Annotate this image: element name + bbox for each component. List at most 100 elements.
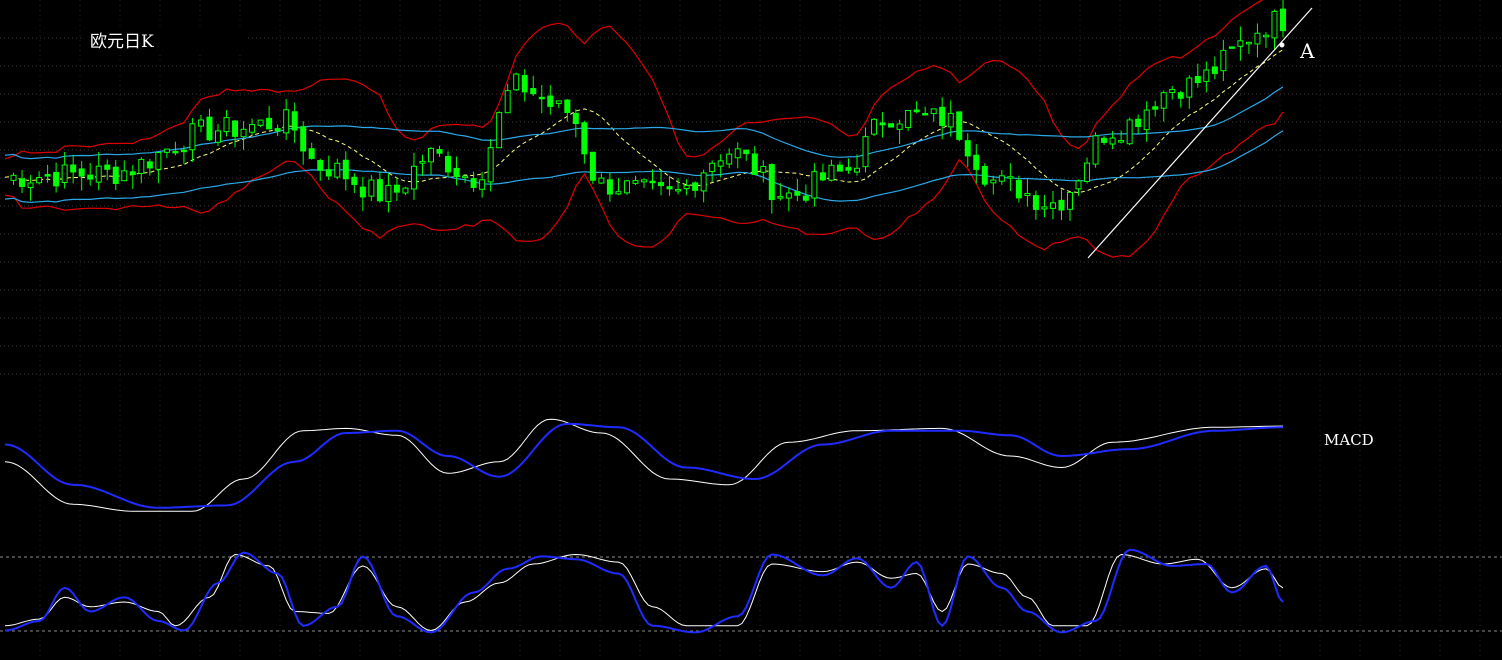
candle-body (939, 106, 946, 126)
candle-body (368, 179, 375, 197)
candle-body (274, 128, 281, 132)
candle-body (479, 179, 486, 190)
candle-body (1280, 8, 1286, 32)
candle-body (658, 182, 665, 187)
candle-body (777, 196, 784, 199)
candle-body (538, 96, 545, 100)
candle-body (862, 136, 869, 168)
annotation-a: A (1299, 39, 1315, 63)
candle-body (112, 166, 119, 184)
candle-body (1041, 206, 1048, 210)
candle-body (683, 185, 690, 190)
chart-title: 欧元日K (90, 32, 154, 52)
candle-body (1058, 199, 1065, 211)
candle (956, 111, 963, 142)
candle-body (555, 100, 562, 104)
candle-body (998, 175, 1005, 182)
candle-body (743, 149, 750, 155)
candle-body (300, 126, 307, 152)
candle-body (785, 192, 792, 199)
candle-body (436, 149, 443, 154)
candle-body (393, 184, 400, 193)
candle-body (1177, 92, 1184, 99)
candle-body (197, 119, 204, 127)
candle-body (675, 188, 682, 192)
candle (888, 123, 895, 128)
candle-body (376, 179, 383, 202)
candle-body (734, 148, 741, 159)
candle-body (913, 109, 920, 113)
candle-body (283, 109, 290, 134)
candle (1228, 46, 1235, 49)
candle-body (240, 128, 247, 138)
candle-body (1032, 195, 1039, 210)
candle-body (419, 160, 426, 164)
candle-body (1049, 202, 1056, 209)
candle-body (581, 122, 588, 155)
candle (905, 110, 912, 131)
candle-body (223, 117, 230, 133)
candle-body (819, 172, 826, 181)
candle-body (922, 112, 929, 116)
candle-body (308, 148, 315, 159)
candle-body (325, 169, 332, 177)
candle-body (1160, 92, 1167, 109)
candle (623, 179, 630, 195)
candle-body (973, 154, 980, 170)
candle-body (1092, 135, 1099, 165)
candle-body (1186, 77, 1193, 98)
candle-body (351, 176, 358, 185)
candle-body (104, 164, 111, 170)
candle-body (589, 151, 596, 181)
candle-body (649, 180, 656, 184)
candle-body (146, 161, 153, 169)
candle-body (930, 108, 937, 115)
candle-body (1220, 49, 1227, 72)
candle-body (623, 180, 630, 194)
candle-body (1271, 10, 1278, 39)
chart-canvas: 欧元日K A MACD (0, 0, 1502, 660)
candle-body (206, 116, 213, 141)
candle-body (10, 174, 17, 181)
candle-body (513, 73, 520, 91)
candle-body (1024, 193, 1031, 196)
candle-body (215, 130, 221, 143)
candle-body (27, 182, 34, 188)
candle-body (249, 124, 256, 133)
candle-body (794, 191, 801, 196)
candle-body (266, 117, 273, 130)
candle-body (854, 167, 860, 173)
candle-body (317, 159, 324, 171)
candle-body (700, 172, 707, 192)
candle (496, 111, 503, 149)
candle (871, 118, 878, 137)
candle-body (1135, 118, 1142, 128)
macd-label: MACD (1324, 431, 1374, 449)
candle-body (1245, 41, 1252, 45)
candle-body (1015, 179, 1022, 199)
candle-body (189, 123, 196, 151)
candle-body (990, 179, 997, 184)
candle-body (888, 123, 895, 128)
candle (513, 72, 520, 92)
candle-body (61, 164, 68, 183)
candle-body (964, 140, 971, 157)
candle-body (172, 150, 179, 154)
candle-body (163, 148, 170, 153)
candle-body (530, 88, 537, 95)
candle-body (155, 151, 162, 170)
candle-body (717, 160, 724, 167)
candle-body (726, 153, 733, 165)
candle-body (1109, 137, 1116, 145)
candle-body (1169, 89, 1176, 93)
candle-body (1203, 69, 1210, 82)
candle-body (632, 180, 639, 184)
candle-body (1211, 66, 1218, 74)
candle-body (802, 195, 809, 201)
candle-body (666, 186, 673, 190)
candle-body (445, 156, 452, 173)
candle-body (845, 167, 852, 171)
candle-body (564, 99, 571, 114)
candle (981, 163, 988, 187)
candle-body (606, 179, 613, 195)
